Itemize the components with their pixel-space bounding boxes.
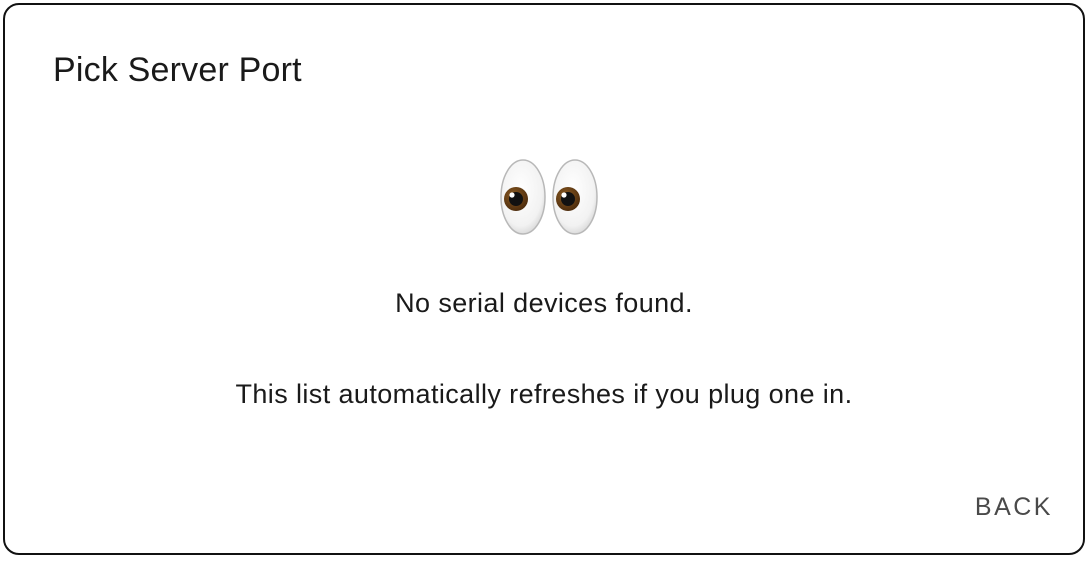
- empty-state-message: No serial devices found.: [395, 288, 693, 318]
- dialog-title: Pick Server Port: [53, 51, 302, 89]
- eyes-icon: [500, 159, 598, 235]
- back-button[interactable]: BACK: [975, 493, 1053, 522]
- auto-refresh-hint: This list automatically refreshes if you…: [235, 379, 853, 409]
- pick-server-port-dialog: Pick Server Port No serial devices found…: [3, 3, 1085, 555]
